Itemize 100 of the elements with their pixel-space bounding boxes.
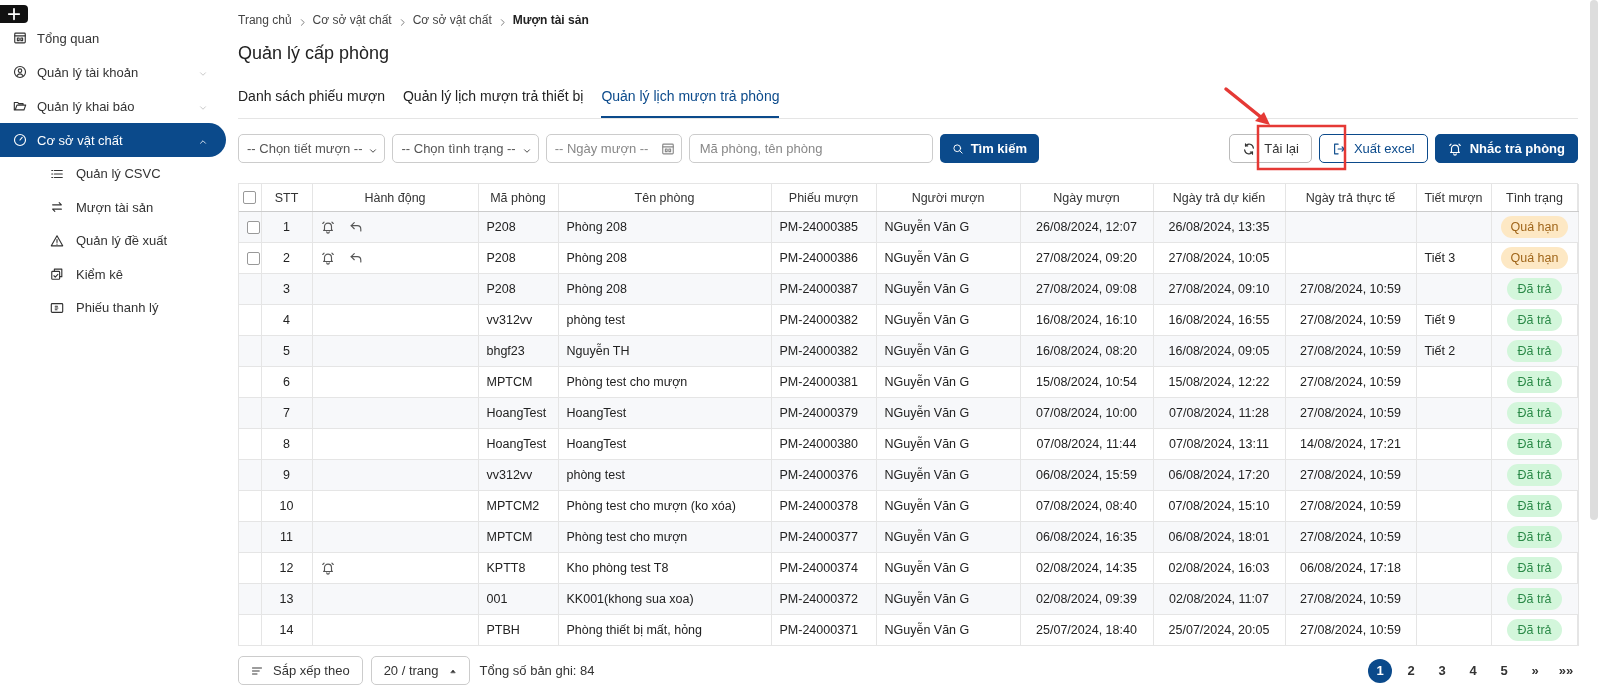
table-cell: 7: [261, 397, 312, 429]
table-cell: PM-24000376: [771, 459, 876, 491]
table-cell: 26/08/2024, 12:07: [1020, 211, 1153, 243]
breadcrumb-item[interactable]: Trang chủ: [238, 13, 292, 27]
table-cell: 2: [261, 242, 312, 274]
table-cell: Phòng test cho mượn: [558, 521, 771, 553]
table-cell: 12: [261, 552, 312, 584]
table-cell: vv312vv: [478, 459, 558, 491]
next-page-button[interactable]: »: [1523, 658, 1547, 683]
table-cell: 27/08/2024, 10:59: [1285, 521, 1416, 553]
table-cell: PM-24000382: [771, 304, 876, 336]
add-button[interactable]: [0, 5, 28, 23]
table-cell: 27/08/2024, 10:05: [1153, 242, 1285, 274]
period-select[interactable]: -- Chọn tiết mượn --: [238, 134, 386, 163]
page-size-select[interactable]: 20 / trang: [370, 656, 470, 685]
table-cell: 27/08/2024, 09:20: [1020, 242, 1153, 274]
table-cell: Tiết 2: [1416, 335, 1491, 367]
last-page-button[interactable]: »»: [1554, 658, 1578, 683]
status-select[interactable]: -- Chọn tình trạng --: [392, 134, 539, 163]
table-cell: 27/08/2024, 10:59: [1285, 304, 1416, 336]
page-button[interactable]: 5: [1492, 658, 1516, 683]
breadcrumb-item[interactable]: Cơ sở vật chất: [312, 13, 392, 27]
scrollbar[interactable]: [1590, 0, 1598, 520]
column-header: Ngày mượn: [1020, 184, 1153, 212]
table-cell: 11: [261, 521, 312, 553]
table-cell: 5: [261, 335, 312, 367]
page-button[interactable]: 4: [1461, 658, 1485, 683]
column-header: Hành động: [312, 184, 478, 212]
status-badge: Đã trả: [1507, 495, 1562, 517]
annotation-arrow: [1224, 87, 1270, 125]
table-cell: Phòng thiết bị mất, hỏng: [558, 614, 771, 646]
sidebar-subitem[interactable]: Phiếu thanh lý: [0, 291, 230, 325]
export-button[interactable]: Xuất excel: [1318, 134, 1428, 163]
table-cell: PM-24000372: [771, 583, 876, 615]
table-cell: PM-24000387: [771, 273, 876, 305]
table-cell: 16/08/2024, 09:05: [1153, 335, 1285, 367]
table-cell: Tiết 9: [1416, 304, 1491, 336]
table-cell: 14: [261, 614, 312, 646]
table-cell: 07/08/2024, 13:11: [1153, 428, 1285, 460]
table-cell: 07/08/2024, 15:10: [1153, 490, 1285, 522]
status-badge: Đã trả: [1507, 402, 1562, 424]
table-cell: NGuyễn Văn G: [876, 552, 1020, 584]
page-title: Quản lý cấp phòng: [238, 43, 391, 64]
table-cell: Kho phòng test T8: [558, 552, 771, 584]
plus-icon: [7, 7, 21, 21]
reload-button[interactable]: Tải lại: [1229, 134, 1312, 163]
sidebar-subitem[interactable]: Quản lý CSVC: [0, 157, 230, 191]
table-cell: 26/08/2024, 13:35: [1153, 211, 1285, 243]
sidebar-item[interactable]: Quản lý tài khoản: [0, 55, 226, 89]
breadcrumb-item[interactable]: Cơ sở vật chất: [412, 13, 492, 27]
search-button[interactable]: Tìm kiếm: [939, 134, 1039, 163]
table-cell: 13: [261, 583, 312, 615]
table-cell: 001: [478, 583, 558, 615]
sidebar-subitem[interactable]: Kiểm kê: [0, 257, 230, 291]
column-header: Mã phòng: [478, 184, 558, 212]
table-cell: NGuyễn Văn G: [876, 242, 1020, 274]
column-header: Phiếu mượn: [771, 184, 876, 212]
remind-button[interactable]: Nhắc trả phòng: [1434, 134, 1578, 163]
tab[interactable]: Quản lý lịch mượn trả thiết bị: [402, 88, 584, 118]
table-cell: PM-24000379: [771, 397, 876, 429]
sort-button[interactable]: Sắp xếp theo: [238, 656, 363, 685]
table-cell: PM-24000378: [771, 490, 876, 522]
table-cell: NGuyễn Văn G: [876, 521, 1020, 553]
table-cell: PM-24000377: [771, 521, 876, 553]
table-cell: 16/08/2024, 08:20: [1020, 335, 1153, 367]
tab[interactable]: Quản lý lịch mượn trả phòng: [601, 88, 780, 118]
calendar-icon: [13, 31, 27, 45]
table-cell: 07/08/2024, 08:40: [1020, 490, 1153, 522]
table-cell: 27/08/2024, 10:59: [1285, 490, 1416, 522]
table-cell: NGuyễn Văn G: [876, 335, 1020, 367]
sidebar-item[interactable]: Cơ sở vật chất: [0, 123, 226, 157]
folder-icon: [13, 99, 27, 113]
table-cell: 07/08/2024, 11:44: [1020, 428, 1153, 460]
sidebar-item[interactable]: Quản lý khai báo: [0, 89, 226, 123]
checkbox[interactable]: [243, 191, 257, 204]
table-cell: 15/08/2024, 12:22: [1153, 366, 1285, 398]
sidebar-item[interactable]: Tổng quan: [0, 21, 226, 55]
sidebar-subitem[interactable]: Mượn tài sản: [0, 190, 230, 224]
sidebar-subitem[interactable]: Quản lý đề xuất: [0, 224, 230, 258]
search-field[interactable]: Mã phòng, tên phòng: [688, 134, 933, 163]
table-cell: 06/08/2024, 16:35: [1020, 521, 1153, 553]
chevron-icon: [198, 69, 208, 79]
checkbox[interactable]: [247, 251, 260, 265]
table-cell: PM-24000386: [771, 242, 876, 274]
table-cell: 27/08/2024, 09:08: [1020, 273, 1153, 305]
tab[interactable]: Danh sách phiếu mượn: [238, 88, 385, 118]
checkbox[interactable]: [247, 220, 260, 234]
table-cell: HoangTest: [478, 397, 558, 429]
table-cell: PM-24000381: [771, 366, 876, 398]
date-field[interactable]: -- Ngày mượn --: [545, 134, 682, 163]
page-button[interactable]: 1: [1368, 658, 1392, 683]
status-badge: Quá hạn: [1500, 216, 1569, 238]
chevron-icon: [198, 137, 208, 147]
table-cell: 9: [261, 459, 312, 491]
page-button[interactable]: 2: [1399, 658, 1423, 683]
table-cell: 8: [261, 428, 312, 460]
status-badge: Đã trả: [1507, 309, 1562, 331]
table-cell: 4: [261, 304, 312, 336]
page-button[interactable]: 3: [1430, 658, 1454, 683]
table-cell: bhgf23: [478, 335, 558, 367]
